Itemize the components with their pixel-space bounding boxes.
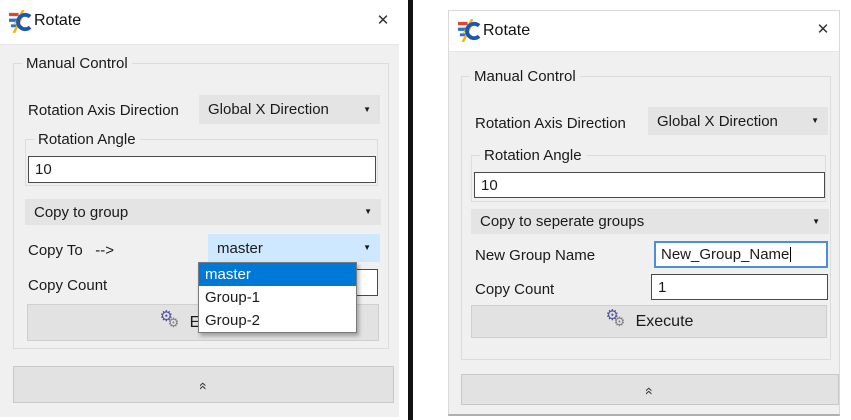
input-value: New_Group_Name [661,246,789,263]
rotation-angle-label: Rotation Angle [480,147,586,164]
screenshot-divider [408,0,413,420]
close-icon: ✕ [377,12,390,29]
copy-mode-combobox[interactable]: Copy to group ▼ [25,199,381,225]
groupbox-label: Manual Control [22,55,132,72]
chevron-down-icon: ▼ [812,217,820,226]
execute-button[interactable]: ⚙ ⚙ Execute [471,305,827,338]
titlebar[interactable]: Rotate ✕ [0,0,399,44]
close-icon: ✕ [817,21,830,38]
rotation-axis-combobox[interactable]: Global X Direction ▼ [648,107,828,135]
execute-button-label: Execute [636,313,694,331]
text-caret [790,247,791,262]
combobox-value: master [217,240,263,257]
combobox-value: Copy to seperate groups [480,213,644,230]
dropdown-item[interactable]: Group-1 [199,286,356,309]
rotation-angle-label: Rotation Angle [34,131,140,148]
gear-icon: ⚙ [168,315,180,331]
gears-icon: ⚙ ⚙ [159,310,185,336]
close-button[interactable]: ✕ [373,11,393,31]
close-button[interactable]: ✕ [813,20,833,40]
new-group-name-label: New Group Name [475,247,595,264]
rotate-dialog-right: Rotate ✕ Manual Control Rotation Axis Di… [448,10,840,416]
gears-icon: ⚙ ⚙ [605,309,631,335]
combobox-value: Global X Direction [657,113,778,130]
rotation-angle-input[interactable] [474,172,825,198]
groupbox-label: Manual Control [470,68,580,85]
titlebar[interactable]: Rotate ✕ [449,11,839,51]
copy-count-label: Copy Count [475,281,554,298]
copy-to-label: Copy To --> [28,242,114,259]
dialog-body: Manual Control Rotation Axis Direction G… [0,44,399,417]
collapse-panel-button[interactable]: « [461,374,839,405]
dialog-body: Manual Control Rotation Axis Direction G… [449,51,839,414]
app-logo-icon [9,10,32,33]
rotation-axis-combobox[interactable]: Global X Direction ▼ [199,95,380,124]
app-logo-icon [458,19,481,42]
rotation-angle-input[interactable] [28,156,376,183]
chevron-down-icon: ▼ [363,243,371,252]
copy-count-label: Copy Count [28,277,107,294]
screenshot-canvas: Rotate ✕ Manual Control Rotation Axis Di… [0,0,851,420]
combobox-value: Global X Direction [208,101,329,118]
copy-count-input[interactable] [651,274,828,300]
copy-mode-combobox[interactable]: Copy to seperate groups ▼ [471,209,829,234]
chevron-down-icon: ▼ [811,116,819,125]
rotation-axis-label: Rotation Axis Direction [28,102,179,119]
chevron-down-icon: ▼ [364,207,372,216]
copy-to-combobox[interactable]: master ▼ [208,234,380,262]
chevron-down-icon: ▼ [363,105,371,114]
rotate-dialog-left: Rotate ✕ Manual Control Rotation Axis Di… [0,0,399,417]
window-title: Rotate [483,22,530,40]
combobox-value: Copy to group [34,204,128,221]
rotation-axis-label: Rotation Axis Direction [475,115,626,132]
dropdown-item[interactable]: master [199,263,356,286]
new-group-name-input[interactable]: New_Group_Name [654,241,828,268]
copy-to-dropdown-list: master Group-1 Group-2 [198,262,357,333]
collapse-chevron-icon: « [196,382,210,388]
collapse-chevron-icon: « [643,387,657,393]
collapse-panel-button[interactable]: « [13,366,394,403]
gear-icon: ⚙ [614,314,626,330]
window-title: Rotate [34,12,81,30]
dropdown-item[interactable]: Group-2 [199,309,356,332]
